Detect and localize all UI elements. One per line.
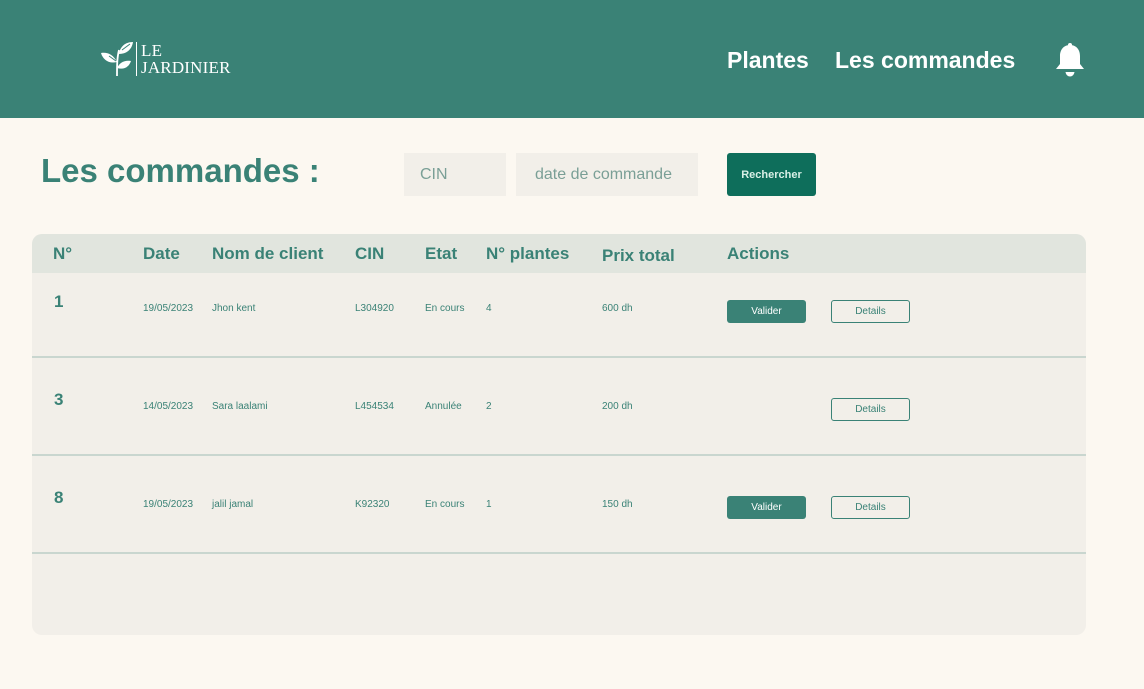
- plant-count: 2: [486, 401, 492, 412]
- total-price: 600 dh: [602, 303, 633, 314]
- brand-logo[interactable]: LE JARDINIER: [100, 40, 231, 78]
- table-row: 1 19/05/2023 Jhon kent L304920 En cours …: [32, 260, 1086, 358]
- client-cin: K92320: [355, 499, 390, 510]
- top-navbar: LE JARDINIER Plantes Les commandes: [0, 0, 1144, 118]
- orders-table: N° Date Nom de client CIN Etat N° plante…: [32, 234, 1086, 635]
- total-price: 200 dh: [602, 401, 633, 412]
- order-status: En cours: [425, 303, 465, 314]
- client-name: Jhon kent: [212, 303, 256, 314]
- leaf-logo-icon: [101, 42, 133, 77]
- bell-icon[interactable]: [1053, 42, 1087, 78]
- order-number: 1: [54, 292, 64, 311]
- table-row: 8 19/05/2023 jalil jamal K92320 En cours…: [32, 456, 1086, 554]
- plant-count: 1: [486, 499, 492, 510]
- logo-divider: [136, 42, 137, 76]
- search-button[interactable]: Rechercher: [727, 153, 816, 196]
- order-status: Annulée: [425, 401, 462, 412]
- order-date: 19/05/2023: [143, 499, 194, 510]
- details-button[interactable]: Details: [831, 300, 910, 323]
- brand-name: LE JARDINIER: [141, 42, 231, 76]
- date-search-input[interactable]: [516, 153, 698, 196]
- total-price: 150 dh: [602, 499, 633, 510]
- client-cin: L454534: [355, 401, 394, 412]
- order-number: 8: [54, 488, 64, 507]
- table-row: 3 14/05/2023 Sara laalami L454534 Annulé…: [32, 358, 1086, 456]
- page-title: Les commandes :: [41, 152, 320, 189]
- details-button[interactable]: Details: [831, 496, 910, 519]
- order-number: 3: [54, 390, 64, 409]
- validate-button[interactable]: Valider: [727, 496, 806, 519]
- cin-search-input[interactable]: [404, 153, 506, 196]
- brand-line-1: LE: [141, 41, 163, 60]
- validate-button[interactable]: Valider: [727, 300, 806, 323]
- nav-commandes-link[interactable]: Les commandes: [835, 47, 1015, 74]
- client-name: Sara laalami: [212, 401, 268, 412]
- client-name: jalil jamal: [212, 499, 254, 510]
- order-status: En cours: [425, 499, 465, 510]
- brand-line-2: JARDINIER: [141, 58, 231, 77]
- nav-plantes-link[interactable]: Plantes: [727, 47, 809, 74]
- plant-count: 4: [486, 303, 492, 314]
- client-cin: L304920: [355, 303, 394, 314]
- details-button[interactable]: Details: [831, 398, 910, 421]
- order-date: 14/05/2023: [143, 401, 194, 412]
- order-date: 19/05/2023: [143, 303, 194, 314]
